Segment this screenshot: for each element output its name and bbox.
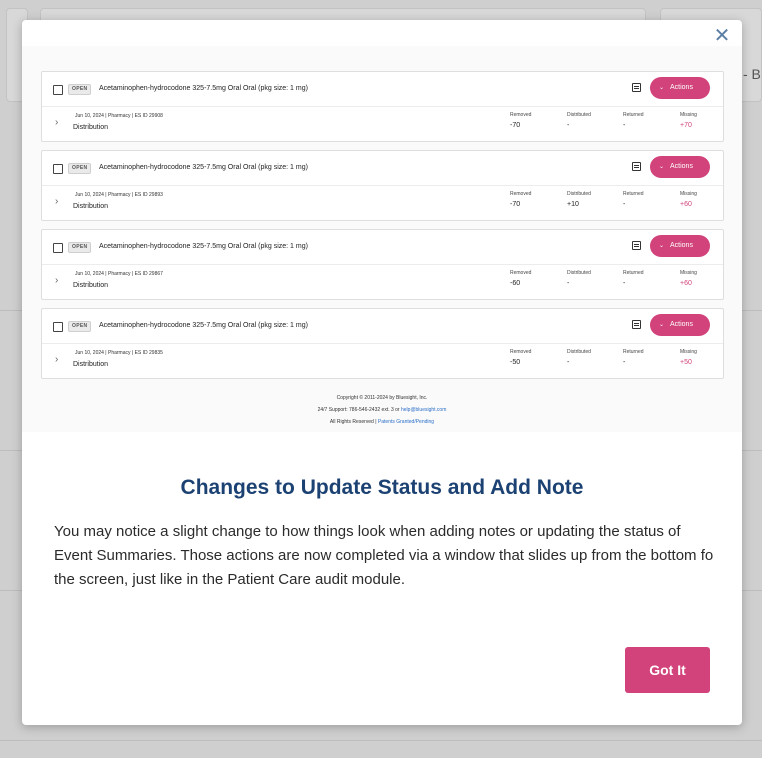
stat-value-distributed: +10	[567, 201, 579, 208]
stat-value-removed: -70	[510, 122, 521, 129]
note-icon[interactable]	[632, 162, 641, 171]
select-checkbox[interactable]	[53, 243, 63, 253]
card-header: OPEN Acetaminophen-hydrocodone 325-7.5mg …	[42, 72, 723, 107]
stat-label-missing: Missing	[680, 112, 697, 118]
chevron-down-icon: ⌄	[659, 164, 665, 170]
close-icon[interactable]: ✕	[712, 26, 732, 46]
stat-value-returned: -	[623, 201, 626, 208]
stat-value-missing: +50	[680, 359, 692, 366]
medication-title: Acetaminophen-hydrocodone 325-7.5mg Oral…	[99, 164, 308, 171]
actions-button[interactable]: ⌄ Actions	[650, 77, 710, 99]
card-body: › Jun 10, 2024 | Pharmacy | ES ID 29835 Di…	[42, 344, 723, 378]
actions-label: Actions	[670, 321, 693, 328]
status-badge: OPEN	[68, 242, 92, 253]
chevron-down-icon: ⌄	[659, 85, 665, 91]
status-badge: OPEN	[68, 321, 92, 332]
stat-value-returned: -	[623, 359, 626, 366]
stat-label-distributed: Distributed	[567, 191, 591, 197]
note-icon[interactable]	[632, 241, 641, 250]
stat-label-removed: Removed	[510, 191, 532, 197]
actions-label: Actions	[670, 242, 693, 249]
stat-value-missing: +60	[680, 201, 692, 208]
status-badge: OPEN	[68, 163, 92, 174]
event-type: Distribution	[73, 282, 109, 289]
chevron-right-icon[interactable]: ›	[55, 275, 58, 286]
stat-label-returned: Returned	[623, 112, 644, 118]
medication-title: Acetaminophen-hydrocodone 325-7.5mg Oral…	[99, 85, 308, 92]
stat-value-distributed: -	[567, 359, 570, 366]
actions-button[interactable]: ⌄ Actions	[650, 156, 710, 178]
stat-label-removed: Removed	[510, 112, 532, 118]
footer-support: 24/7 Support: 786-546-2432 ext. 3 or hel…	[317, 407, 447, 413]
select-checkbox[interactable]	[53, 164, 63, 174]
footer-copyright: Copyright © 2011-2024 by Bluesight, Inc.	[336, 395, 428, 401]
stat-label-missing: Missing	[680, 349, 697, 355]
stat-value-returned: -	[623, 280, 626, 287]
actions-label: Actions	[670, 163, 693, 170]
preview-footer: Copyright © 2011-2024 by Bluesight, Inc.…	[22, 392, 742, 428]
card-body: › Jun 10, 2024 | Pharmacy | ES ID 29908 Di…	[42, 107, 723, 141]
status-badge: OPEN	[68, 84, 92, 95]
event-meta: Jun 10, 2024 | Pharmacy | ES ID 29893	[75, 192, 163, 198]
event-summary-card: OPEN Acetaminophen-hydrocodone 325-7.5mg …	[41, 308, 724, 379]
event-meta: Jun 10, 2024 | Pharmacy | ES ID 29867	[75, 271, 163, 277]
stat-label-distributed: Distributed	[567, 112, 591, 118]
card-header: OPEN Acetaminophen-hydrocodone 325-7.5mg …	[42, 151, 723, 186]
note-icon[interactable]	[632, 83, 641, 92]
stat-value-removed: -70	[510, 201, 521, 208]
event-summary-card: OPEN Acetaminophen-hydrocodone 325-7.5mg …	[41, 71, 724, 142]
stat-label-returned: Returned	[623, 270, 644, 276]
event-type: Distribution	[73, 361, 109, 368]
stat-value-missing: +70	[680, 122, 692, 129]
event-type: Distribution	[73, 203, 109, 210]
stat-label-missing: Missing	[680, 191, 697, 197]
event-summary-card: OPEN Acetaminophen-hydrocodone 325-7.5mg …	[41, 150, 724, 221]
support-email-link[interactable]: help@bluesight.com	[401, 407, 446, 413]
card-body: › Jun 10, 2024 | Pharmacy | ES ID 29893 Di…	[42, 186, 723, 220]
select-checkbox[interactable]	[53, 85, 63, 95]
stat-value-returned: -	[623, 122, 626, 129]
event-meta: Jun 10, 2024 | Pharmacy | ES ID 29908	[75, 113, 163, 119]
dialog-heading: Changes to Update Status and Add Note	[180, 476, 584, 499]
stat-label-distributed: Distributed	[567, 349, 591, 355]
card-body: › Jun 10, 2024 | Pharmacy | ES ID 29867 Di…	[42, 265, 723, 299]
medication-title: Acetaminophen-hydrocodone 325-7.5mg Oral…	[99, 322, 308, 329]
stat-label-removed: Removed	[510, 270, 532, 276]
dialog-body: You may notice a slight change to how th…	[54, 523, 714, 588]
chevron-right-icon[interactable]: ›	[55, 354, 58, 365]
note-icon[interactable]	[632, 320, 641, 329]
stat-label-removed: Removed	[510, 349, 532, 355]
card-header: OPEN Acetaminophen-hydrocodone 325-7.5mg …	[42, 309, 723, 344]
stat-label-returned: Returned	[623, 191, 644, 197]
chevron-right-icon[interactable]: ›	[55, 196, 58, 207]
select-checkbox[interactable]	[53, 322, 63, 332]
footer-rights: All Rights Reserved | Patents Granted/Pe…	[329, 419, 435, 425]
stat-value-missing: +60	[680, 280, 692, 287]
stat-value-distributed: -	[567, 122, 570, 129]
event-meta: Jun 10, 2024 | Pharmacy | ES ID 29835	[75, 350, 163, 356]
background-label: - B	[743, 66, 761, 82]
announcement-dialog: ✕ OPEN Acetaminophen-hydrocodone 325-7.5m…	[22, 20, 742, 725]
patents-link[interactable]: Patents Granted/Pending	[378, 419, 434, 425]
stat-value-removed: -60	[510, 280, 521, 287]
stat-label-returned: Returned	[623, 349, 644, 355]
event-type: Distribution	[73, 124, 109, 131]
stat-label-distributed: Distributed	[567, 270, 591, 276]
actions-button[interactable]: ⌄ Actions	[650, 314, 710, 336]
background-divider	[0, 740, 762, 741]
chevron-down-icon: ⌄	[659, 243, 665, 249]
actions-button[interactable]: ⌄ Actions	[650, 235, 710, 257]
event-summary-card: OPEN Acetaminophen-hydrocodone 325-7.5mg …	[41, 229, 724, 300]
chevron-down-icon: ⌄	[659, 322, 665, 328]
medication-title: Acetaminophen-hydrocodone 325-7.5mg Oral…	[99, 243, 308, 250]
stat-value-distributed: -	[567, 280, 570, 287]
stat-label-missing: Missing	[680, 270, 697, 276]
chevron-right-icon[interactable]: ›	[55, 117, 58, 128]
got-it-button[interactable]: Got It	[625, 647, 710, 693]
actions-label: Actions	[670, 84, 693, 91]
preview-screenshot: OPEN Acetaminophen-hydrocodone 325-7.5mg …	[22, 46, 742, 432]
card-header: OPEN Acetaminophen-hydrocodone 325-7.5mg …	[42, 230, 723, 265]
stat-value-removed: -50	[510, 359, 521, 366]
